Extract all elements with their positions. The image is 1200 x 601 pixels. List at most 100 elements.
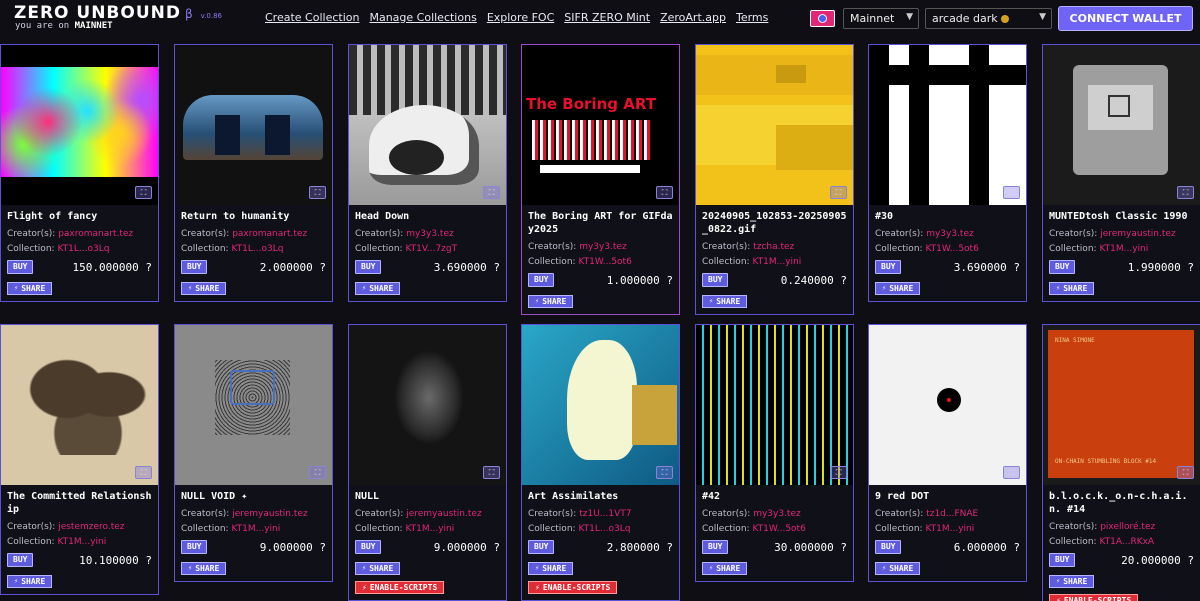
share-button[interactable]: ⚡ SHARE	[7, 281, 53, 295]
buy-button[interactable]: BUY	[528, 273, 555, 287]
share-button[interactable]: ⚡ SHARE	[528, 561, 574, 575]
token-thumbnail[interactable]: ⛶	[1043, 45, 1200, 205]
creator-link[interactable]: tz1d...FNAE	[926, 509, 978, 519]
expand-icon[interactable]: ⛶	[483, 466, 500, 479]
nav-explore-foc[interactable]: Explore FOC	[487, 11, 554, 24]
creator-link[interactable]: tz1U...1VT7	[579, 509, 631, 519]
collection-link[interactable]: KT1L...o3Lq	[57, 244, 109, 254]
collection-link[interactable]: KT1M...yini	[57, 537, 106, 547]
share-button[interactable]: ⚡ SHARE	[528, 294, 574, 308]
collection-link[interactable]: KT1L...o3Lq	[231, 244, 283, 254]
buy-button[interactable]: BUY	[528, 540, 555, 554]
nav-manage-collections[interactable]: Manage Collections	[369, 11, 476, 24]
token-thumbnail[interactable]: ⛶	[349, 45, 506, 205]
nav-zeroart-app[interactable]: ZeroArt.app	[660, 11, 726, 24]
expand-icon[interactable]: ⛶	[309, 466, 326, 479]
collection-link[interactable]: KT1A...RKxA	[1099, 537, 1154, 547]
buy-button[interactable]: BUY	[1049, 260, 1076, 274]
creator-link[interactable]: jeremyaustin.tez	[406, 509, 481, 519]
buy-button[interactable]: BUY	[702, 273, 729, 287]
share-button[interactable]: ⚡ SHARE	[355, 561, 401, 575]
token-thumbnail[interactable]: ⛶	[1, 45, 158, 205]
token-thumbnail[interactable]: ⛶	[522, 325, 679, 485]
collection-link[interactable]: KT1L...o3Lq	[578, 524, 630, 534]
expand-icon[interactable]: ⛶	[830, 186, 847, 199]
expand-icon[interactable]: ⛶	[656, 466, 673, 479]
token-thumbnail[interactable]: ⛶	[1, 325, 158, 485]
buy-button[interactable]: BUY	[875, 260, 902, 274]
expand-icon[interactable]: ⛶	[1003, 186, 1020, 199]
collection-link[interactable]: KT1W...5ot6	[925, 244, 978, 254]
app-logo[interactable]: ZERO UNBOUND β v.0.86	[14, 3, 222, 23]
share-button[interactable]: ⚡ SHARE	[875, 561, 921, 575]
creator-link[interactable]: my3y3.tez	[926, 229, 974, 239]
collection-link[interactable]: KT1W...5ot6	[752, 524, 805, 534]
collection-link[interactable]: KT1M...yini	[752, 257, 801, 267]
token-thumbnail[interactable]: ⛶	[869, 45, 1026, 205]
buy-button[interactable]: BUY	[7, 553, 34, 567]
buy-button[interactable]: BUY	[181, 540, 208, 554]
collection-link[interactable]: KT1M...yini	[405, 524, 454, 534]
token-thumbnail[interactable]: ⛶	[175, 325, 332, 485]
creator-link[interactable]: jestemzero.tez	[58, 522, 124, 532]
collection-link[interactable]: KT1M...yini	[1099, 244, 1148, 254]
expand-icon[interactable]: ⛶	[483, 186, 500, 199]
nav-terms[interactable]: Terms	[736, 11, 768, 24]
share-button[interactable]: ⚡ SHARE	[7, 574, 53, 588]
token-thumbnail[interactable]: ⛶	[175, 45, 332, 205]
creator-link[interactable]: my3y3.tez	[579, 242, 627, 252]
share-button[interactable]: ⚡ SHARE	[181, 281, 227, 295]
token-thumbnail[interactable]: ⛶	[349, 325, 506, 485]
share-button[interactable]: ⚡ SHARE	[181, 561, 227, 575]
share-button[interactable]: ⚡ SHARE	[875, 281, 921, 295]
share-button[interactable]: ⚡ SHARE	[355, 281, 401, 295]
creator-link[interactable]: paxromanart.tez	[232, 229, 307, 239]
creator-link[interactable]: tzcha.tez	[753, 242, 794, 252]
creator-link[interactable]: my3y3.tez	[406, 229, 454, 239]
theme-select[interactable]: arcade dark ▼	[925, 8, 1052, 29]
creator-link[interactable]: jeremyaustin.tez	[1100, 229, 1175, 239]
buy-button[interactable]: BUY	[181, 260, 208, 274]
buy-row: BUY 3.690000 ?	[875, 259, 1020, 275]
network-flag-button[interactable]	[810, 10, 835, 27]
share-button[interactable]: ⚡ SHARE	[1049, 574, 1095, 588]
collection-link[interactable]: KT1M...yini	[231, 524, 280, 534]
creator-link[interactable]: pixelloré.tez	[1100, 522, 1155, 532]
buy-button[interactable]: BUY	[702, 540, 729, 554]
share-button[interactable]: ⚡ SHARE	[702, 561, 748, 575]
creator-link[interactable]: my3y3.tez	[753, 509, 801, 519]
expand-icon[interactable]: ⛶	[309, 186, 326, 199]
expand-icon[interactable]: ⛶	[1177, 466, 1194, 479]
collection-link[interactable]: KT1M...yini	[925, 524, 974, 534]
network-select[interactable]: Mainnet ▼	[843, 8, 919, 29]
expand-icon[interactable]: ⛶	[1003, 466, 1020, 479]
expand-icon[interactable]: ⛶	[135, 186, 152, 199]
buy-button[interactable]: BUY	[1049, 553, 1076, 567]
token-thumbnail[interactable]: ⛶	[696, 325, 853, 485]
enable-scripts-button[interactable]: ⚡ ENABLE-SCRIPTS	[355, 580, 445, 594]
creator-link[interactable]: jeremyaustin.tez	[232, 509, 307, 519]
creator-link[interactable]: paxromanart.tez	[58, 229, 133, 239]
nav-sifr-zero-mint[interactable]: SIFR ZERO Mint	[564, 11, 650, 24]
token-artwork	[175, 325, 332, 485]
token-thumbnail[interactable]: NINA SIMONE ON-CHAIN STUMBLING BLOCK #14…	[1043, 325, 1200, 485]
token-thumbnail[interactable]: ⛶	[869, 325, 1026, 485]
enable-scripts-button[interactable]: ⚡ ENABLE-SCRIPTS	[528, 580, 618, 594]
token-thumbnail[interactable]: The Boring ART ⛶	[522, 45, 679, 205]
buy-button[interactable]: BUY	[355, 540, 382, 554]
buy-button[interactable]: BUY	[875, 540, 902, 554]
connect-wallet-button[interactable]: CONNECT WALLET	[1058, 6, 1193, 31]
share-button[interactable]: ⚡ SHARE	[702, 294, 748, 308]
nav-create-collection[interactable]: Create Collection	[265, 11, 359, 24]
buy-button[interactable]: BUY	[7, 260, 34, 274]
collection-link[interactable]: KT1V...7zgT	[405, 244, 457, 254]
enable-scripts-button[interactable]: ⚡ ENABLE-SCRIPTS	[1049, 593, 1139, 601]
expand-icon[interactable]: ⛶	[830, 466, 847, 479]
buy-button[interactable]: BUY	[355, 260, 382, 274]
token-thumbnail[interactable]: ⛶	[696, 45, 853, 205]
share-button[interactable]: ⚡ SHARE	[1049, 281, 1095, 295]
expand-icon[interactable]: ⛶	[1177, 186, 1194, 199]
expand-icon[interactable]: ⛶	[656, 186, 673, 199]
collection-link[interactable]: KT1W...5ot6	[578, 257, 631, 267]
expand-icon[interactable]: ⛶	[135, 466, 152, 479]
